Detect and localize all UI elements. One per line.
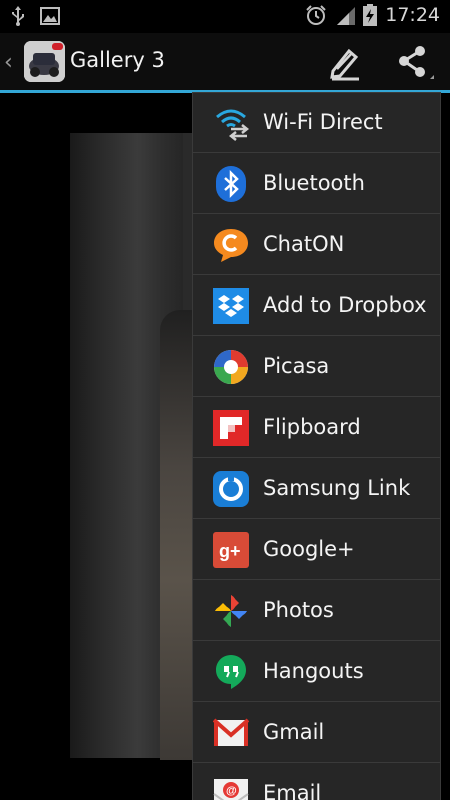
share-button[interactable] [396, 43, 436, 83]
share-item-label: Email [263, 781, 322, 800]
share-menu: Wi-Fi Direct Bluetooth ChatON Add to Dro… [193, 93, 440, 800]
photos-icon [215, 595, 247, 627]
back-chevron-icon[interactable]: ‹ [4, 50, 13, 75]
email-icon: @ [213, 779, 249, 800]
share-item-label: Hangouts [263, 659, 364, 683]
page-title: Gallery 3 [70, 48, 165, 72]
share-item-google-plus[interactable]: g+ Google+ [193, 520, 440, 580]
alarm-icon [306, 5, 326, 25]
share-item-label: Photos [263, 598, 334, 622]
share-item-bluetooth[interactable]: Bluetooth [193, 154, 440, 214]
status-bar: 17:24 [0, 0, 450, 33]
svg-text:@: @ [226, 785, 237, 797]
photo-tattooed-arm [160, 310, 193, 760]
share-item-wifi-direct[interactable]: Wi-Fi Direct [193, 93, 440, 153]
share-item-hangouts[interactable]: Hangouts [193, 642, 440, 702]
signal-icon [337, 7, 356, 25]
usb-icon [12, 6, 24, 26]
flipboard-icon [213, 410, 249, 446]
photo-shadow [183, 133, 193, 333]
bluetooth-icon [216, 166, 246, 202]
svg-text:g+: g+ [219, 541, 241, 561]
share-item-samsung-link[interactable]: Samsung Link [193, 459, 440, 519]
share-item-label: Gmail [263, 720, 325, 744]
dropbox-icon [213, 288, 249, 324]
app-logo[interactable] [24, 41, 65, 82]
share-icon [399, 46, 434, 79]
share-item-label: Add to Dropbox [263, 293, 427, 317]
share-item-label: Wi-Fi Direct [263, 110, 383, 134]
samsung-link-icon [213, 471, 249, 507]
picasa-icon [214, 350, 248, 384]
battery-charging-icon [363, 4, 378, 26]
share-item-chaton[interactable]: ChatON [193, 215, 440, 275]
action-bar [0, 33, 450, 90]
edit-button[interactable] [325, 43, 363, 81]
wifi-direct-icon [216, 109, 249, 141]
share-item-email[interactable]: @ Email [193, 764, 440, 800]
share-item-gmail[interactable]: Gmail [193, 703, 440, 763]
share-item-label: Samsung Link [263, 476, 411, 500]
chaton-icon [214, 229, 248, 262]
pencil-icon [330, 48, 359, 81]
gmail-icon [213, 718, 249, 746]
share-item-label: Google+ [263, 537, 355, 561]
hangouts-icon [216, 655, 246, 689]
share-item-label: Bluetooth [263, 171, 365, 195]
share-item-label: Flipboard [263, 415, 361, 439]
share-item-picasa[interactable]: Picasa [193, 337, 440, 397]
image-notification-icon [40, 7, 60, 25]
google-plus-icon: g+ [213, 532, 249, 568]
share-item-photos[interactable]: Photos [193, 581, 440, 641]
share-item-dropbox[interactable]: Add to Dropbox [193, 276, 440, 336]
share-item-label: ChatON [263, 232, 345, 256]
share-item-flipboard[interactable]: Flipboard [193, 398, 440, 458]
share-item-label: Picasa [263, 354, 330, 378]
clock: 17:24 [385, 4, 440, 26]
